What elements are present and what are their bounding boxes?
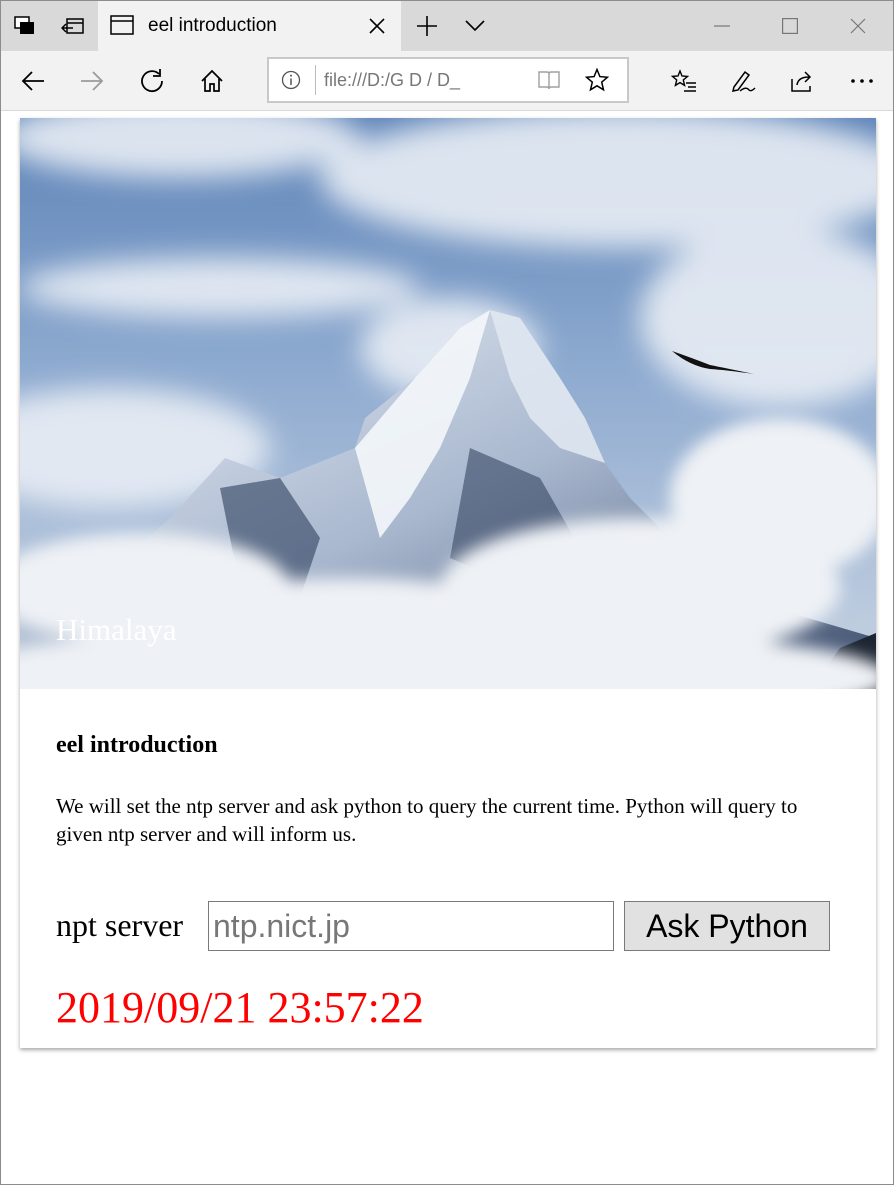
tab-strip: eel introduction	[1, 1, 893, 51]
address-divider	[315, 65, 316, 95]
more-icon[interactable]	[833, 51, 891, 111]
window-close-icon[interactable]	[827, 1, 889, 51]
navigation-bar: file:///D:/G D / D_	[1, 51, 893, 111]
chevron-down-icon[interactable]	[451, 1, 499, 51]
browser-window: eel introduction file:///D:/G D / D_ Him…	[0, 0, 894, 1185]
active-tab[interactable]: eel introduction	[98, 1, 401, 51]
home-icon[interactable]	[183, 51, 241, 111]
close-icon[interactable]	[365, 14, 389, 38]
info-icon[interactable]	[281, 70, 301, 90]
ntp-server-input[interactable]	[208, 901, 614, 951]
refresh-icon[interactable]	[123, 51, 181, 111]
hero-caption: Himalaya	[56, 612, 177, 647]
page-description: We will set the ntp server and ask pytho…	[56, 794, 798, 846]
minimize-icon[interactable]	[691, 1, 753, 51]
ntp-server-label: npt server	[56, 907, 184, 943]
tabs-aside-icon[interactable]	[49, 1, 97, 51]
reading-view-icon	[537, 69, 561, 96]
address-bar[interactable]: file:///D:/G D / D_	[267, 57, 629, 103]
new-tab-icon[interactable]	[403, 1, 451, 51]
tab-title: eel introduction	[148, 15, 277, 36]
content-card: Himalaya eel introduction We will set th…	[20, 118, 876, 1048]
tab-actions-icon[interactable]	[1, 1, 49, 51]
maximize-icon[interactable]	[759, 1, 821, 51]
ask-python-button[interactable]: Ask Python	[624, 901, 830, 951]
address-url[interactable]: file:///D:/G D / D_	[324, 70, 534, 91]
back-icon[interactable]	[4, 51, 62, 111]
share-icon[interactable]	[773, 51, 831, 111]
hero-image: Himalaya	[20, 118, 876, 689]
forward-icon	[63, 51, 121, 111]
result-time: 2019/09/21 23:57:22	[56, 983, 424, 1032]
tab-page-icon	[110, 15, 134, 40]
pen-icon[interactable]	[714, 51, 772, 111]
favorite-star-icon[interactable]	[584, 67, 610, 97]
page-heading: eel introduction	[56, 732, 218, 758]
favorites-list-icon[interactable]	[655, 51, 713, 111]
